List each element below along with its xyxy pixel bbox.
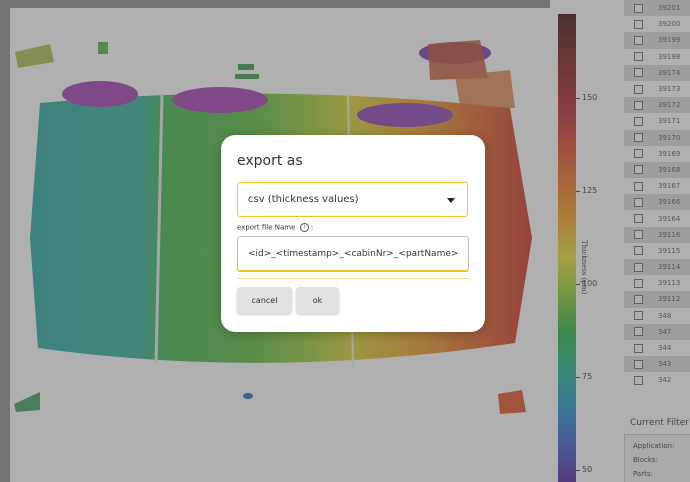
export-format-select[interactable]: csv (thickness values) bbox=[237, 182, 468, 217]
info-icon[interactable]: i bbox=[299, 223, 309, 232]
dropdown-arrow-icon bbox=[447, 198, 455, 203]
export-format-value: csv (thickness values) bbox=[248, 194, 359, 205]
dialog-title: export as bbox=[237, 153, 303, 169]
ok-button[interactable]: ok bbox=[296, 287, 339, 314]
export-file-name-input[interactable] bbox=[237, 236, 469, 272]
export-file-name-label: export file Name i : bbox=[237, 223, 313, 232]
export-file-name-label-text: export file Name bbox=[237, 223, 296, 232]
export-dialog: export as csv (thickness values) export … bbox=[221, 135, 485, 332]
label-colon: : bbox=[310, 223, 314, 232]
app-window: 150 125 100 75 50 Thickness (µm) 39201 39… bbox=[0, 0, 690, 482]
cancel-button[interactable]: cancel bbox=[237, 287, 292, 314]
input-focus-underline bbox=[237, 278, 469, 279]
